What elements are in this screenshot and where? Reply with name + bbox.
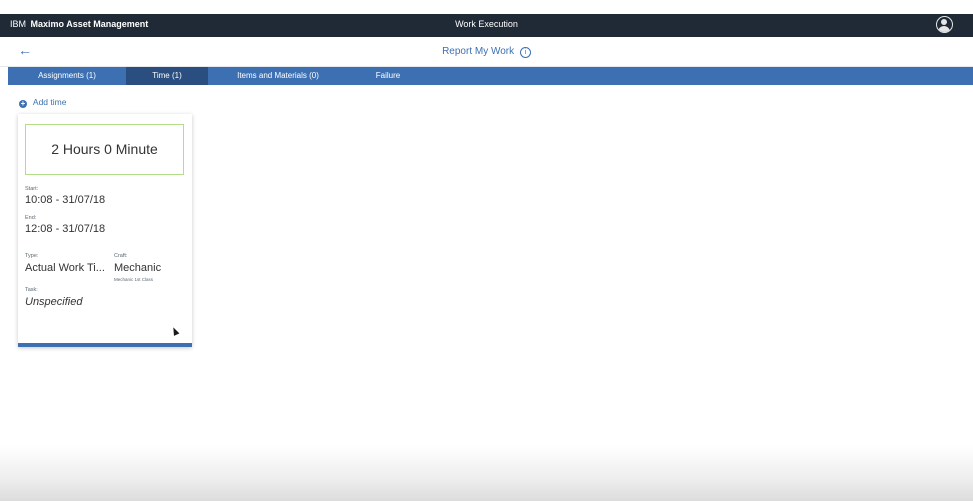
end-value: 12:08 - 31/07/18	[25, 223, 106, 235]
type-value: Actual Work Ti...	[25, 262, 105, 274]
duration-display: 2 Hours 0 Minute	[25, 124, 184, 175]
avatar-body-shape	[938, 26, 950, 32]
tab-failure[interactable]: Failure	[348, 67, 428, 85]
card-accent-bar	[18, 343, 192, 347]
tab-assignments[interactable]: Assignments (1)	[8, 67, 126, 85]
type-label: Type:	[25, 253, 39, 259]
avatar-head-shape	[941, 19, 947, 25]
add-time-button[interactable]: + Add time	[19, 97, 66, 108]
end-label: End:	[25, 215, 37, 221]
add-icon: +	[19, 99, 27, 108]
time-entry-card[interactable]: 2 Hours 0 Minute Start: 10:08 - 31/07/18…	[18, 114, 192, 347]
bottom-fade-overlay	[0, 445, 973, 501]
task-value: Unspecified	[25, 296, 83, 308]
start-label: Start:	[25, 186, 39, 192]
craft-label: Craft:	[114, 253, 128, 259]
tab-items-and-materials[interactable]: Items and Materials (0)	[208, 67, 348, 85]
page-title-text: Report My Work	[442, 46, 515, 57]
page-subheader: ← Report My Work i	[0, 37, 973, 67]
start-value: 10:08 - 31/07/18	[25, 194, 106, 206]
craft-value: Mechanic	[114, 262, 162, 274]
user-avatar-icon[interactable]	[936, 16, 953, 33]
craft-detail: Mechanic 1st Class	[114, 277, 154, 282]
add-time-label: Add time	[32, 97, 67, 107]
tab-time[interactable]: Time (1)	[126, 67, 208, 85]
task-label: Task:	[25, 287, 38, 293]
top-header-bar: IBM Maximo Asset Management Work Executi…	[0, 14, 973, 37]
info-icon[interactable]: i	[519, 47, 531, 58]
page-title: Report My Work i	[0, 46, 973, 58]
app-title: Work Execution	[455, 19, 518, 29]
tab-bar: Assignments (1) Time (1) Items and Mater…	[8, 67, 973, 85]
